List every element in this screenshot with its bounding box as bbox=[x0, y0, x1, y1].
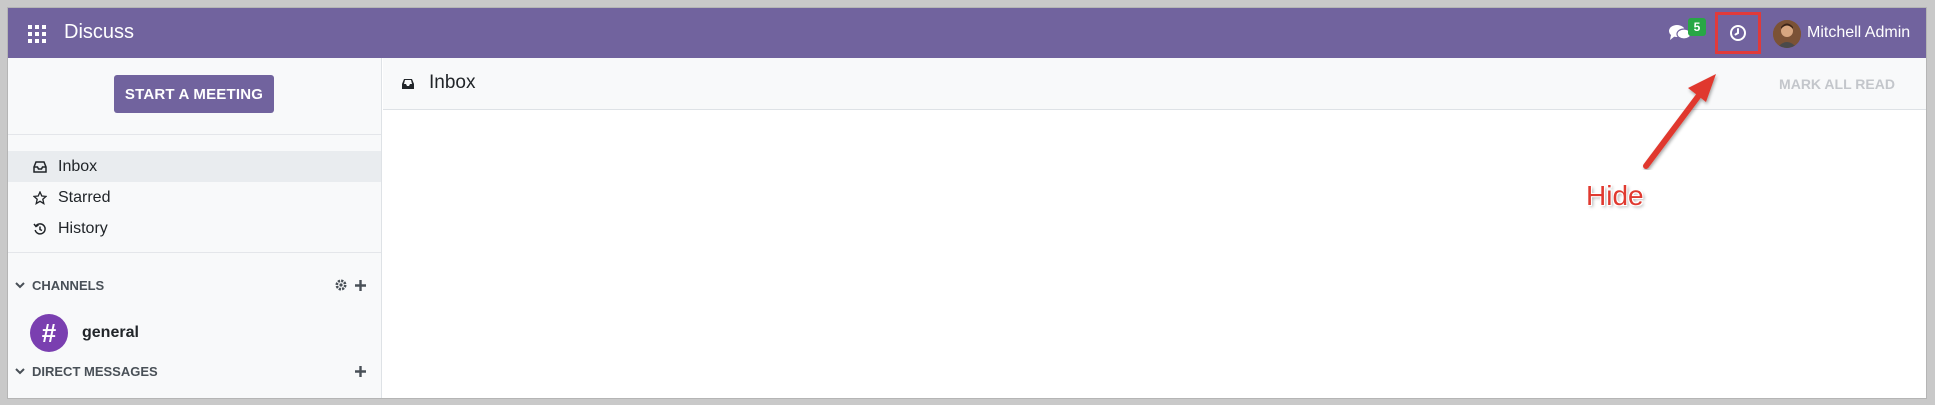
add-channel-plus-icon[interactable] bbox=[354, 279, 367, 292]
add-direct-message-plus-icon[interactable] bbox=[354, 365, 367, 378]
inbox-icon bbox=[401, 77, 415, 95]
chevron-down-icon bbox=[15, 368, 25, 375]
chevron-down-icon bbox=[15, 282, 25, 289]
channels-header-label: CHANNELS bbox=[32, 277, 105, 293]
discuss-sidebar: START A MEETING Inbox Starred History CH… bbox=[8, 58, 382, 398]
mark-all-read-button[interactable]: MARK ALL READ bbox=[1766, 68, 1908, 100]
sidebar-item-starred[interactable]: Starred bbox=[8, 182, 381, 213]
channel-item-general[interactable]: # general bbox=[30, 314, 139, 352]
sidebar-item-label: Inbox bbox=[58, 157, 98, 175]
sidebar-divider bbox=[8, 252, 381, 253]
channels-section-header[interactable]: CHANNELS bbox=[8, 274, 381, 296]
user-name[interactable]: Mitchell Admin bbox=[1807, 24, 1910, 42]
sidebar-item-label: Starred bbox=[58, 188, 111, 206]
start-meeting-button[interactable]: START A MEETING bbox=[114, 75, 274, 113]
apps-menu-icon[interactable] bbox=[28, 25, 46, 43]
app-window: Discuss 5 Mitchell Admin START A MEETING… bbox=[8, 8, 1926, 398]
annotation-label: Hide bbox=[1586, 180, 1644, 211]
clock-icon bbox=[1730, 25, 1746, 41]
app-title[interactable]: Discuss bbox=[64, 21, 134, 44]
channel-avatar: # bbox=[30, 314, 68, 352]
direct-messages-section-header[interactable]: DIRECT MESSAGES bbox=[8, 360, 381, 382]
chat-counter-badge: 5 bbox=[1688, 18, 1706, 36]
sidebar-item-history[interactable]: History bbox=[8, 213, 381, 244]
annotation-arrow-icon bbox=[1643, 74, 1716, 169]
history-icon bbox=[32, 221, 48, 237]
messaging-menu-button[interactable]: 5 bbox=[1668, 18, 1708, 47]
top-navbar: Discuss 5 Mitchell Admin bbox=[8, 8, 1926, 58]
channel-name: general bbox=[82, 324, 139, 341]
sidebar-divider bbox=[8, 134, 381, 135]
user-avatar[interactable] bbox=[1773, 20, 1801, 48]
direct-messages-header-label: DIRECT MESSAGES bbox=[32, 363, 158, 379]
gear-icon[interactable] bbox=[334, 278, 348, 292]
sidebar-item-label: History bbox=[58, 219, 108, 237]
activity-menu-button[interactable] bbox=[1715, 12, 1761, 54]
sidebar-item-inbox[interactable]: Inbox bbox=[8, 151, 381, 182]
star-icon bbox=[32, 190, 48, 206]
inbox-icon bbox=[32, 159, 48, 175]
thread-title: Inbox bbox=[429, 72, 476, 93]
